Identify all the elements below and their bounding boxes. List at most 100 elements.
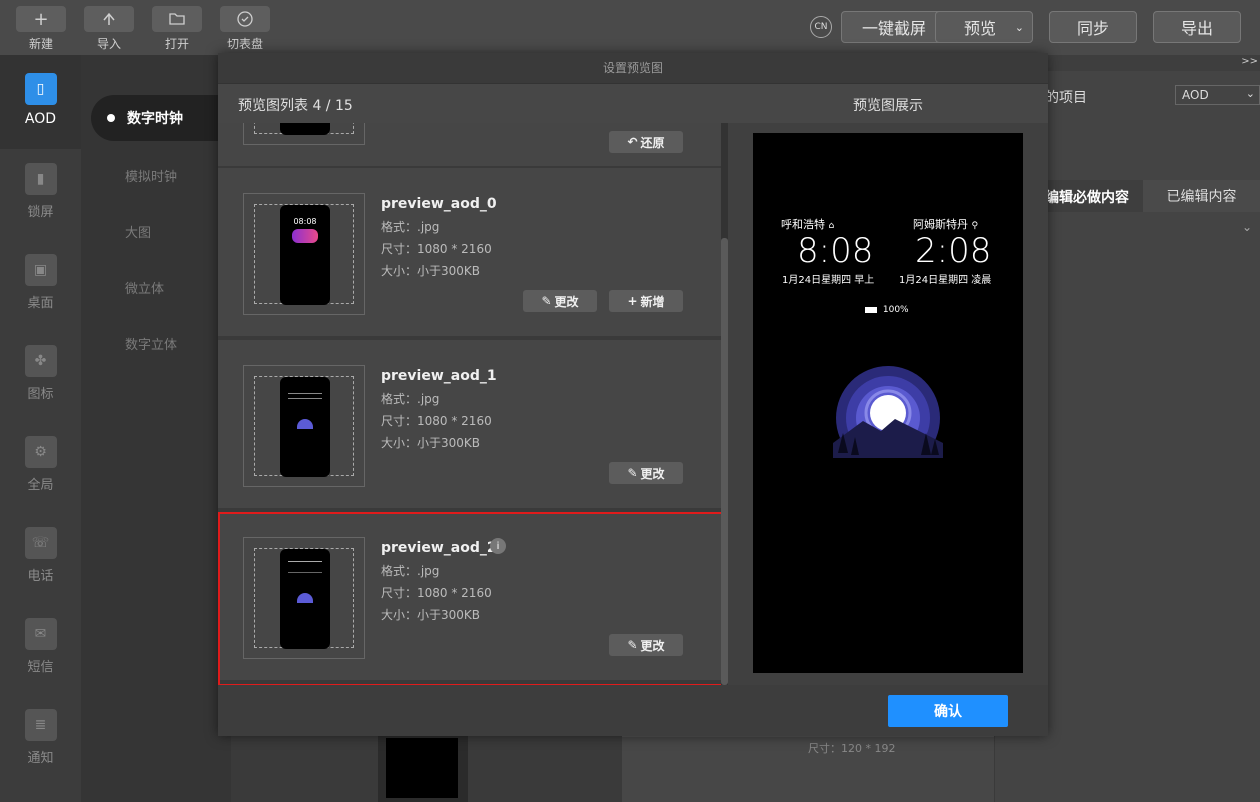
battery-row: 100% bbox=[865, 305, 909, 315]
thumbnail-frame bbox=[243, 123, 365, 145]
rail-item-notification[interactable]: ≣ 通知 bbox=[0, 709, 81, 766]
grid-icon: ✤ bbox=[24, 345, 57, 377]
category-analog-clock[interactable]: 模拟时钟 bbox=[125, 166, 177, 185]
switch-dial-button[interactable]: 切表盘 bbox=[220, 6, 270, 52]
time2: 2:08 bbox=[915, 231, 992, 271]
phone-icon: ▯ bbox=[24, 73, 57, 105]
night-landscape-graphic bbox=[833, 366, 943, 458]
thumbnail-image bbox=[280, 377, 330, 477]
preview-dropdown[interactable]: 预览 ⌄ bbox=[935, 11, 1033, 43]
project-label: 的项目 bbox=[1045, 90, 1087, 106]
confirm-button[interactable]: 确认 bbox=[888, 695, 1008, 727]
item-format: 格式：.jpg bbox=[381, 564, 440, 578]
rail-item-label: AOD bbox=[24, 111, 57, 127]
preview-list-title: 预览图列表 4 / 15 bbox=[238, 98, 353, 114]
category-micro-3d[interactable]: 微立体 bbox=[125, 278, 164, 297]
edit-button[interactable]: ✎ 更改 bbox=[523, 290, 597, 312]
restore-button[interactable]: ↶ 还原 bbox=[609, 131, 683, 153]
time1: 8:08 bbox=[797, 231, 874, 271]
category-big-image[interactable]: 大图 bbox=[125, 222, 151, 241]
export-button[interactable]: 导出 bbox=[1153, 11, 1241, 43]
item-format: 格式：.jpg bbox=[381, 220, 440, 234]
lock-screen-icon: ▮ bbox=[24, 163, 57, 195]
thumbnail-frame[interactable]: 08:08 bbox=[243, 193, 365, 315]
date2: 1月24日星期四 凌晨 bbox=[899, 275, 992, 286]
list-item: ↶ 还原 bbox=[218, 123, 721, 168]
rail-item-desktop[interactable]: ▣ 桌面 bbox=[0, 254, 81, 311]
preview-pane: 呼和浩特 ⌂ 阿姆斯特丹 ⚲ 8:08 2:08 1月24日星期四 早上 1月2… bbox=[728, 123, 1048, 685]
battery-icon bbox=[865, 306, 877, 313]
project-select[interactable]: AOD ⌄ bbox=[1175, 85, 1260, 105]
screenshot-button[interactable]: 一键截屏 bbox=[841, 11, 947, 43]
sync-button[interactable]: 同步 bbox=[1049, 11, 1137, 43]
rail-item-label: 电话 bbox=[27, 569, 54, 584]
thumbnail-gradient bbox=[292, 229, 318, 243]
rail-item-label: 桌面 bbox=[27, 296, 54, 311]
left-nav-rail: ▯ AOD ▮ 锁屏 ▣ 桌面 ✤ 图标 ⚙ 全局 ☏ 电话 ✉ 短信 ≣ 通知 bbox=[0, 55, 81, 802]
add-button[interactable]: + 新增 bbox=[609, 290, 683, 312]
import-icon bbox=[84, 6, 134, 32]
aod-preview-screen: 呼和浩特 ⌂ 阿姆斯特丹 ⚲ 8:08 2:08 1月24日星期四 早上 1月2… bbox=[753, 133, 1023, 673]
preview-list[interactable]: ↶ 还原 08:08 preview_aod_0 格式：.jpg 尺寸：1080… bbox=[218, 123, 721, 685]
scrollbar-thumb[interactable] bbox=[721, 238, 728, 685]
collapse-icon[interactable]: >> bbox=[1241, 56, 1258, 67]
pencil-icon: ✎ bbox=[627, 638, 638, 652]
rail-item-global[interactable]: ⚙ 全局 bbox=[0, 436, 81, 493]
item-name: preview_aod_0 bbox=[381, 196, 497, 212]
city2-row: 阿姆斯特丹 ⚲ bbox=[913, 216, 978, 232]
plus-icon: + bbox=[627, 294, 638, 308]
rail-item-lockscreen[interactable]: ▮ 锁屏 bbox=[0, 163, 81, 220]
location-pin-icon: ⚲ bbox=[971, 221, 979, 231]
switch-dial-label: 切表盘 bbox=[226, 37, 263, 51]
background-size-hint: 尺寸：120 * 192 bbox=[808, 742, 896, 755]
chevron-down-icon[interactable]: ⌄ bbox=[1242, 220, 1252, 234]
bullet-icon bbox=[107, 114, 115, 122]
item-file-size: 大小：小于300KB bbox=[381, 608, 481, 622]
thumbnail-frame[interactable] bbox=[243, 537, 365, 659]
list-scrollbar[interactable] bbox=[721, 123, 728, 685]
category-digital-3d[interactable]: 数字立体 bbox=[125, 334, 177, 353]
background-detail-row: 尺寸：120 * 192 bbox=[622, 736, 994, 802]
edit-button[interactable]: ✎ 更改 bbox=[609, 634, 683, 656]
category-column: 数字时钟 ✓ 模拟时钟 大图 微立体 数字立体 bbox=[81, 55, 237, 802]
rail-item-label: 锁屏 bbox=[27, 205, 54, 220]
edit-button[interactable]: ✎ 更改 bbox=[609, 462, 683, 484]
rail-item-sms[interactable]: ✉ 短信 bbox=[0, 618, 81, 675]
dial-icon bbox=[220, 6, 270, 32]
battery-level: 100% bbox=[882, 305, 909, 315]
pencil-icon: ✎ bbox=[541, 294, 552, 308]
rail-item-aod[interactable]: ▯ AOD bbox=[0, 55, 81, 149]
gear-icon: ⚙ bbox=[24, 436, 57, 468]
tab-required[interactable]: 编辑必做内容 bbox=[1045, 187, 1129, 207]
rail-item-phone[interactable]: ☏ 电话 bbox=[0, 527, 81, 584]
open-button[interactable]: 打开 bbox=[152, 6, 202, 52]
tab-edited[interactable]: 已编辑内容 bbox=[1143, 180, 1260, 212]
rail-item-icons[interactable]: ✤ 图标 bbox=[0, 345, 81, 402]
item-dimensions: 尺寸：1080 * 2160 bbox=[381, 414, 492, 428]
city1-label: 呼和浩特 bbox=[781, 218, 825, 231]
new-label: 新建 bbox=[28, 37, 53, 51]
pencil-icon: ✎ bbox=[627, 466, 638, 480]
category-digital-clock[interactable]: 数字时钟 ✓ bbox=[91, 95, 237, 141]
list-item-preview-aod-1: preview_aod_1 格式：.jpg 尺寸：1080 * 2160 大小：… bbox=[218, 340, 721, 510]
item-file-size: 大小：小于300KB bbox=[381, 436, 481, 450]
item-name: preview_aod_2 bbox=[381, 540, 497, 556]
import-button[interactable]: 导入 bbox=[84, 6, 134, 52]
thumbnail-frame[interactable] bbox=[243, 365, 365, 487]
item-name: preview_aod_1 bbox=[381, 368, 497, 384]
project-select-value: AOD bbox=[1182, 88, 1209, 102]
dialog-footer: 确认 bbox=[218, 685, 1048, 736]
import-label: 导入 bbox=[96, 37, 121, 51]
list-item-preview-aod-2[interactable]: preview_aod_2 i 格式：.jpg 尺寸：1080 * 2160 大… bbox=[218, 512, 721, 682]
message-icon: ✉ bbox=[24, 618, 57, 650]
item-dimensions: 尺寸：1080 * 2160 bbox=[381, 242, 492, 256]
set-preview-dialog: 设置预览图 预览图列表 4 / 15 预览图展示 ↶ 还原 08:08 prev… bbox=[218, 53, 1048, 736]
item-dimensions: 尺寸：1080 * 2160 bbox=[381, 586, 492, 600]
language-toggle[interactable]: CN bbox=[810, 16, 832, 38]
info-icon[interactable]: i bbox=[490, 538, 506, 554]
item-format: 格式：.jpg bbox=[381, 392, 440, 406]
thumbnail-text-lines bbox=[288, 561, 322, 573]
date1: 1月24日星期四 早上 bbox=[782, 275, 875, 286]
new-button[interactable]: + 新建 bbox=[16, 6, 66, 52]
home-icon: ⌂ bbox=[828, 221, 835, 231]
